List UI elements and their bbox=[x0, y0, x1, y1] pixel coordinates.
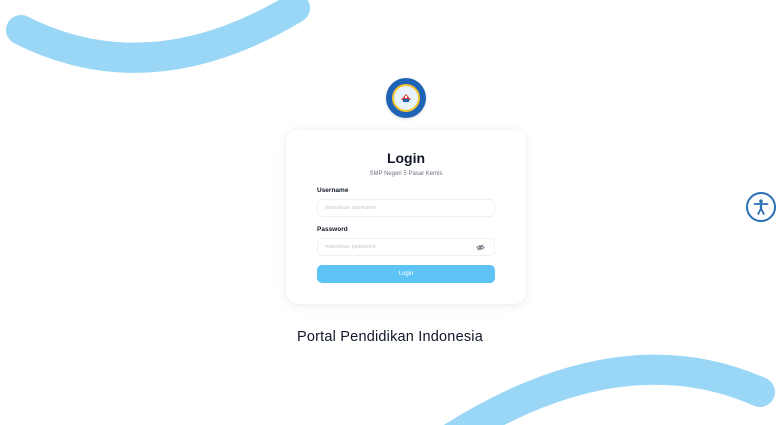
accessibility-icon bbox=[753, 199, 769, 215]
accessibility-button[interactable] bbox=[746, 192, 776, 222]
password-field[interactable] bbox=[317, 238, 495, 256]
username-field[interactable] bbox=[317, 199, 495, 217]
portal-tagline: Portal Pendidikan Indonesia bbox=[297, 329, 483, 345]
password-label: Password bbox=[317, 226, 348, 233]
eye-off-icon[interactable] bbox=[476, 243, 485, 252]
school-logo-emblem bbox=[392, 84, 420, 112]
top-arc-decoration bbox=[6, 0, 310, 73]
school-name: SMP Negeri 5 Pasar Kemis bbox=[369, 171, 443, 177]
login-title: Login bbox=[386, 150, 426, 166]
username-label: Username bbox=[317, 187, 349, 194]
bottom-arc-decoration bbox=[443, 354, 775, 425]
login-button[interactable]: Login bbox=[317, 265, 495, 283]
school-logo-mark bbox=[401, 94, 411, 102]
username-input[interactable] bbox=[325, 205, 487, 211]
school-logo-icon bbox=[386, 78, 426, 118]
password-input[interactable] bbox=[325, 244, 487, 250]
login-card: Login SMP Negeri 5 Pasar Kemis Username … bbox=[286, 130, 526, 304]
